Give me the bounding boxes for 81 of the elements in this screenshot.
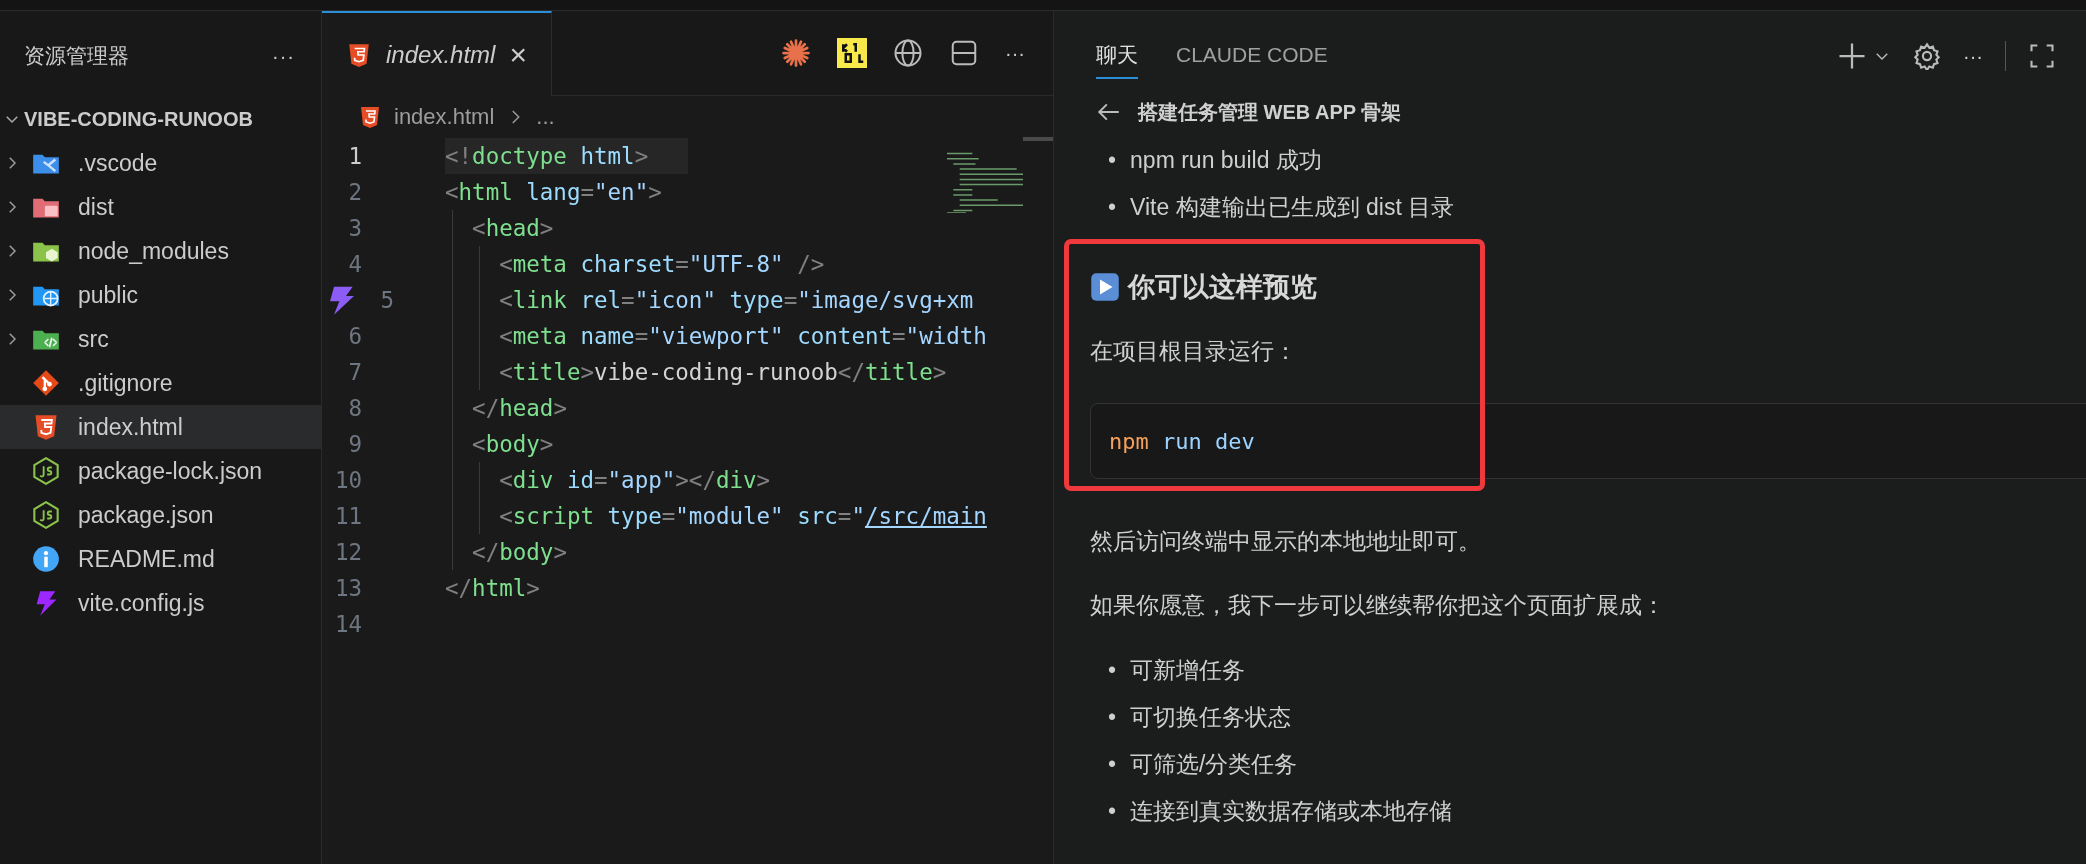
- file-tree-item[interactable]: package-lock.json: [0, 449, 321, 493]
- line-number: 12: [333, 539, 362, 565]
- more-button[interactable]: ···: [272, 44, 295, 68]
- logo-icon: [837, 38, 867, 68]
- file-tree-item[interactable]: dist: [0, 185, 321, 229]
- list-item: 可新增任务: [1130, 656, 1246, 685]
- file-tree-item[interactable]: index.html: [0, 405, 321, 449]
- html-file-icon: [346, 41, 372, 68]
- js-file-icon: [32, 457, 60, 485]
- file-tree-item[interactable]: package.json: [0, 493, 321, 537]
- file-tree-item[interactable]: README.md: [0, 537, 321, 581]
- bullet-marker: •: [1108, 797, 1117, 826]
- line-number: 8: [347, 395, 362, 421]
- code-line: <link rel="icon" type="image/svg+xm: [498, 286, 975, 315]
- globe-icon: [893, 38, 923, 68]
- panel-tab[interactable]: 聊天: [1096, 33, 1138, 79]
- panel-tab[interactable]: CLAUDE CODE: [1176, 35, 1328, 77]
- line-number: 1: [347, 143, 362, 169]
- fullscreen-icon: [2028, 42, 2056, 70]
- settings-icon: [1913, 42, 1941, 70]
- line-number: 11: [333, 503, 362, 529]
- html-file-icon: [358, 105, 382, 129]
- breadcrumb-item[interactable]: ...: [536, 104, 555, 130]
- more-button[interactable]: ···: [1005, 41, 1025, 65]
- line-number: 9: [347, 431, 362, 457]
- line-number: 14: [333, 611, 362, 637]
- line-number: 2: [347, 179, 362, 205]
- list-item: npm run build 成功: [1130, 146, 1322, 175]
- paragraph: 如果你愿意，我下一步可以继续帮你把这个页面扩展成：: [1090, 591, 1666, 620]
- line-number: 5: [379, 287, 394, 313]
- file-tree-item[interactable]: .vscode: [0, 141, 321, 185]
- scrollbar-thumb[interactable]: [1023, 137, 1053, 141]
- code-line: </body>: [471, 538, 568, 567]
- explorer-title: 资源管理器: [24, 43, 129, 69]
- file-tree-item[interactable]: public: [0, 273, 321, 317]
- code-line: <script type="module" src="/src/main: [498, 502, 988, 531]
- play-icon: [1090, 272, 1120, 302]
- line-number: 10: [333, 467, 362, 493]
- conversation-title: 搭建任务管理 WEB APP 骨架: [1138, 99, 1402, 125]
- code-line: <div id="app"></div>: [498, 466, 772, 495]
- bullet-marker: •: [1108, 656, 1117, 685]
- file-tree-item[interactable]: .gitignore: [0, 361, 321, 405]
- bullet-marker: •: [1108, 703, 1117, 732]
- list-item: 可筛选/分类任务: [1130, 750, 1298, 779]
- code-line: <meta charset="UTF-8" />: [498, 250, 826, 279]
- list-item: 连接到真实数据存储或本地存储: [1130, 797, 1453, 826]
- paragraph: 然后访问终端中显示的本地地址即可。: [1090, 527, 1482, 556]
- more-button[interactable]: ···: [1963, 44, 1983, 68]
- code-block: npm run dev: [1090, 403, 2086, 479]
- file-tree-item[interactable]: vite.config.js: [0, 581, 321, 625]
- git-icon: [32, 369, 60, 397]
- code-line: </html>: [445, 574, 541, 603]
- close-icon[interactable]: ×: [509, 37, 527, 72]
- paragraph: 在项目根目录运行：: [1090, 337, 1298, 366]
- editor-tab[interactable]: index.html ×: [322, 11, 552, 96]
- code-line: <html lang="en">: [445, 178, 663, 207]
- list-item: Vite 构建输出已生成到 dist 目录: [1130, 193, 1455, 222]
- code-line: </head>: [471, 394, 568, 423]
- list-item: 可切换任务状态: [1130, 703, 1292, 732]
- breadcrumb-item[interactable]: index.html: [394, 104, 495, 130]
- plus-icon: [1837, 41, 1867, 71]
- starburst-icon: [781, 38, 811, 68]
- code-line: <title>vibe-coding-runoob</title>: [498, 358, 948, 387]
- line-number: 6: [347, 323, 362, 349]
- project-folder[interactable]: VIBE-CODING-RUNOOB: [24, 107, 253, 131]
- split-layout-icon: [949, 38, 979, 68]
- line-number: 13: [333, 575, 362, 601]
- code-line: <meta name="viewport" content="width: [498, 322, 988, 351]
- line-number: 4: [347, 251, 362, 277]
- js-file-icon: [32, 501, 60, 529]
- line-number: 7: [347, 359, 362, 385]
- bullet-marker: •: [1108, 750, 1117, 779]
- section-heading: 你可以这样预览: [1128, 271, 1317, 304]
- bullet-marker: •: [1108, 146, 1117, 175]
- code-line: <head>: [471, 214, 555, 243]
- info-icon: [32, 545, 60, 573]
- code-line: <body>: [471, 430, 555, 459]
- bullet-marker: •: [1108, 193, 1117, 222]
- file-tree-item[interactable]: src: [0, 317, 321, 361]
- line-number: 3: [347, 215, 362, 241]
- file-tree-item[interactable]: node_modules: [0, 229, 321, 273]
